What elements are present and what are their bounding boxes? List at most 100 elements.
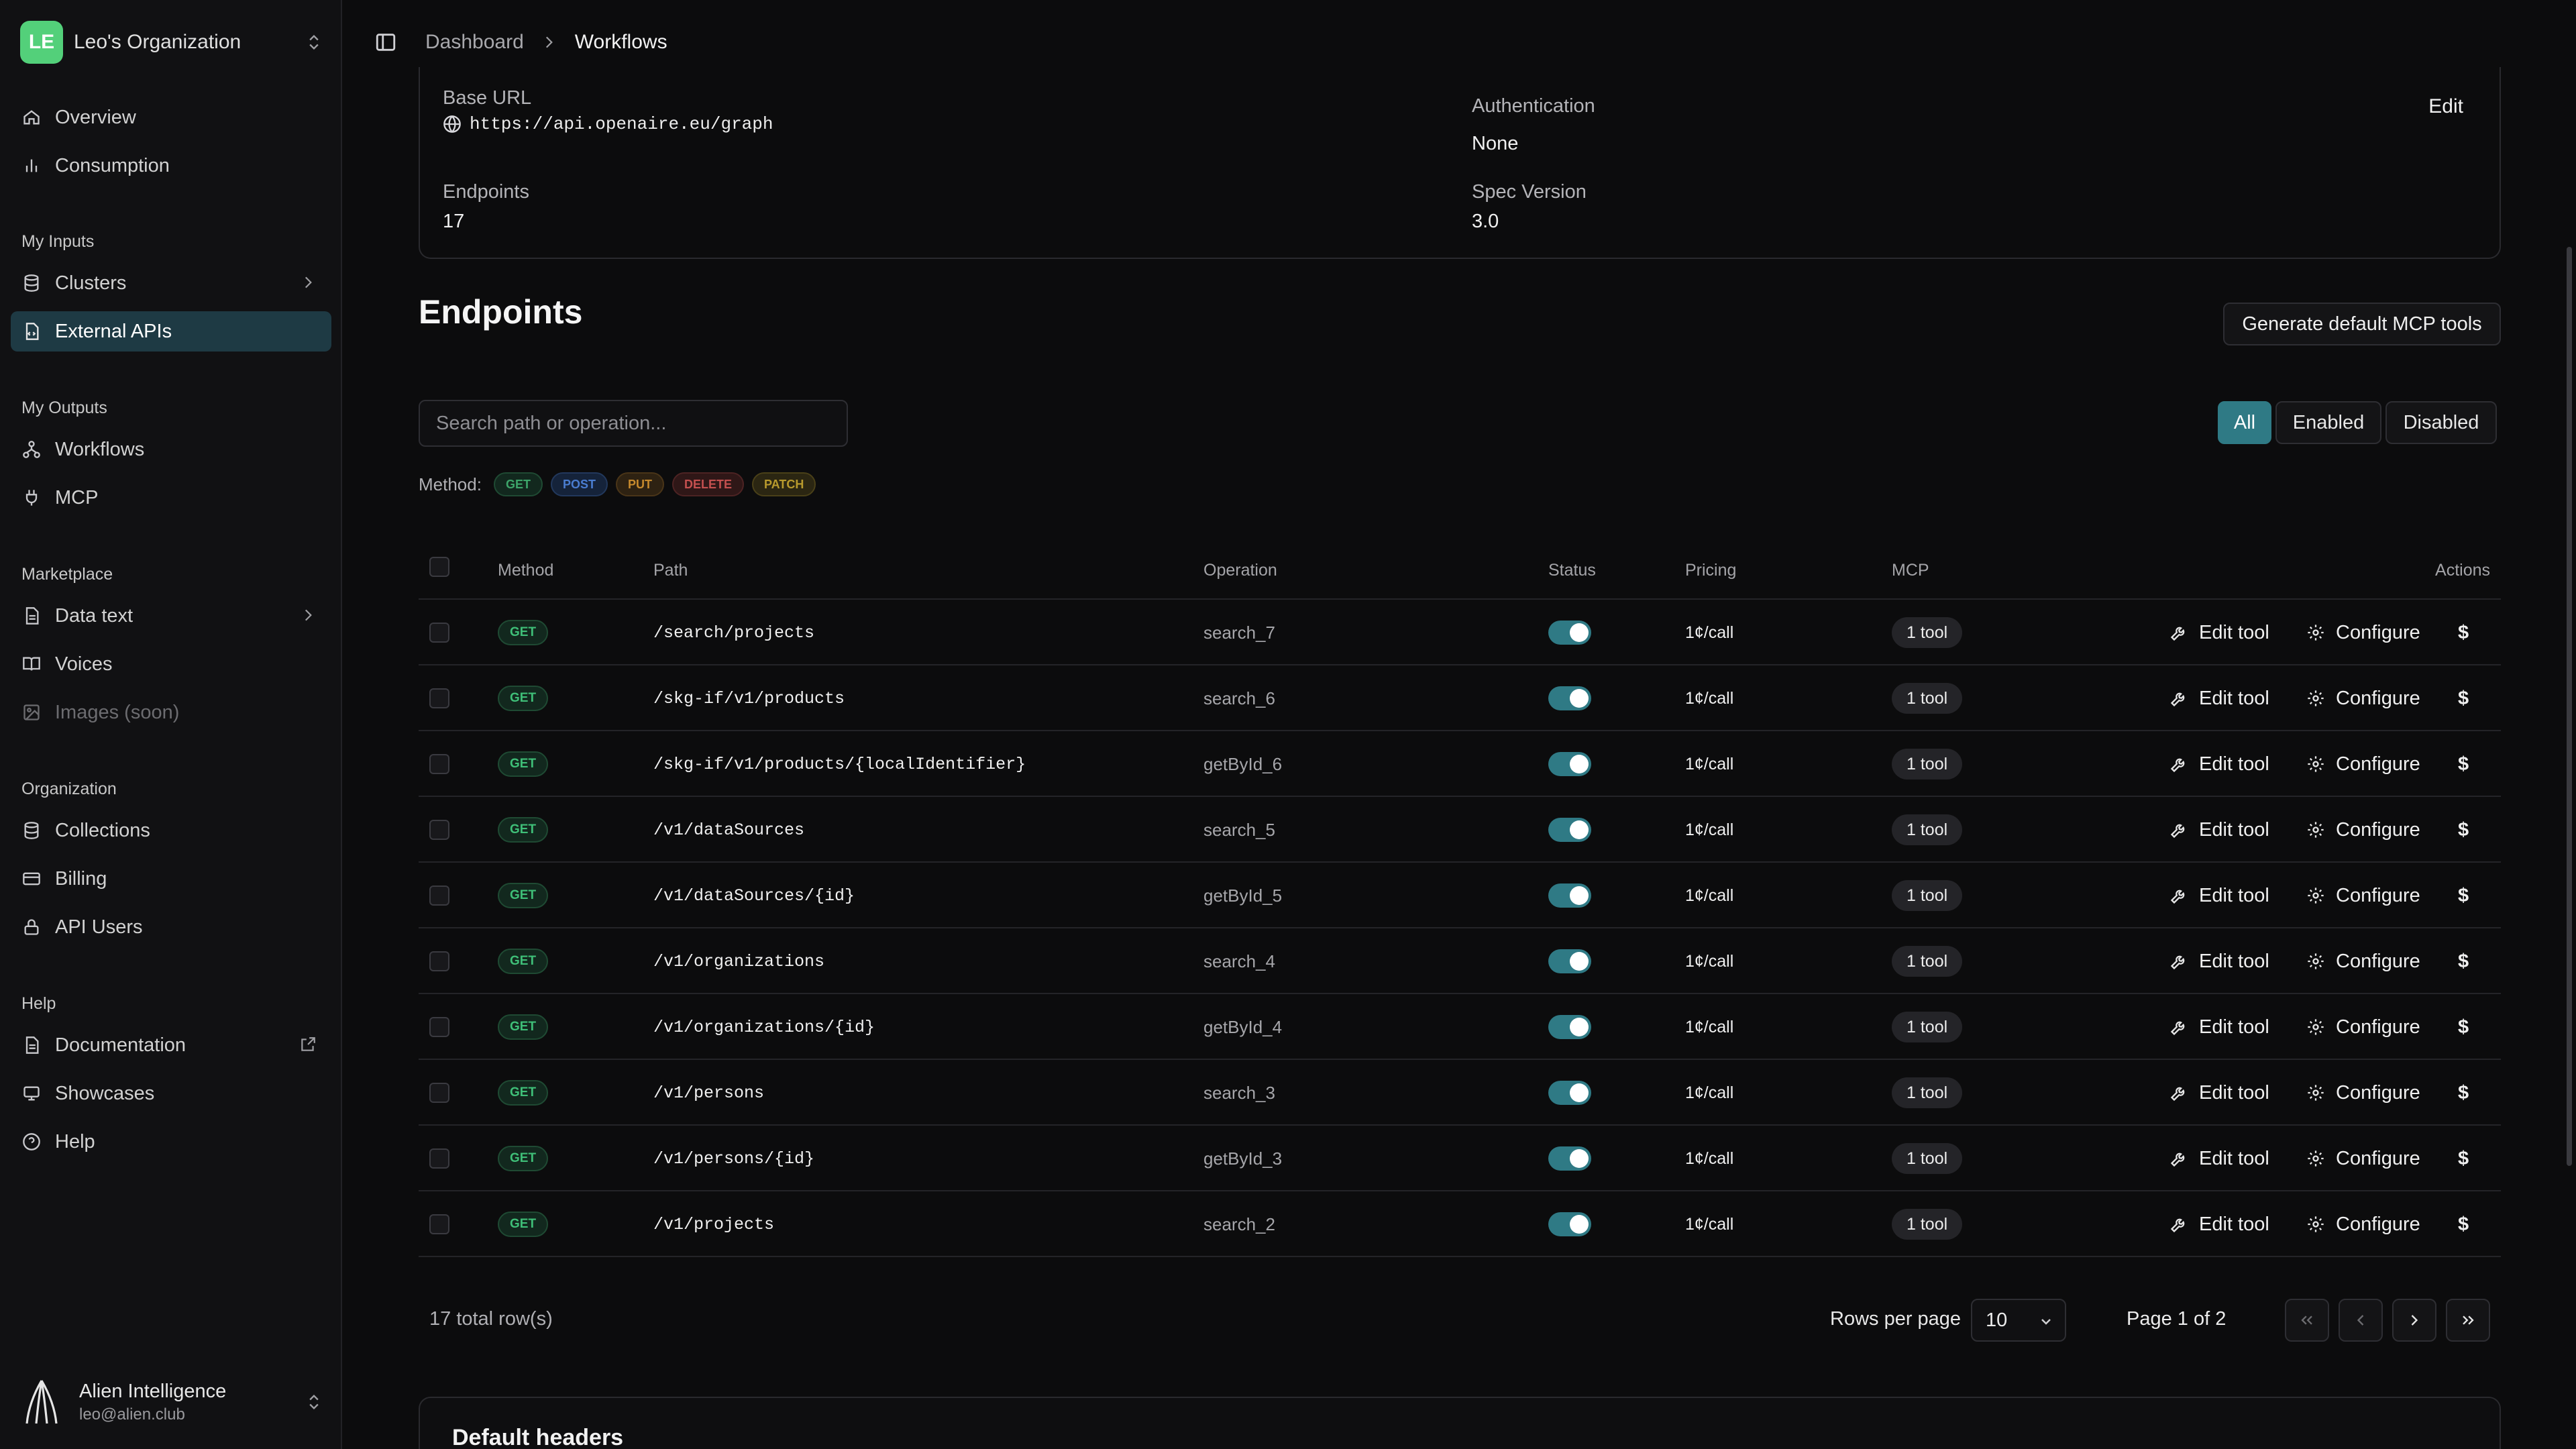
sidebar-item-api-users[interactable]: API Users — [11, 907, 331, 947]
row-checkbox[interactable] — [429, 1017, 449, 1037]
first-page-button[interactable] — [2285, 1299, 2329, 1342]
row-checkbox[interactable] — [429, 688, 449, 708]
pricing-button[interactable]: $ — [2458, 688, 2469, 710]
generate-mcp-tools-button[interactable]: Generate default MCP tools — [2223, 303, 2501, 345]
row-checkbox[interactable] — [429, 1083, 449, 1103]
configure-button[interactable]: Configure — [2306, 1016, 2420, 1038]
pricing-button[interactable]: $ — [2458, 1214, 2469, 1236]
edit-tool-button[interactable]: Edit tool — [2169, 885, 2269, 907]
filter-all-button[interactable]: All — [2218, 401, 2271, 444]
sidebar-toggle-icon[interactable] — [374, 31, 397, 54]
status-toggle[interactable] — [1548, 1212, 1591, 1236]
edit-tool-button[interactable]: Edit tool — [2169, 753, 2269, 775]
sidebar-item-mcp[interactable]: MCP — [11, 478, 331, 518]
pricing-button[interactable]: $ — [2458, 885, 2469, 907]
sidebar-item-overview[interactable]: Overview — [11, 97, 331, 138]
edit-tool-button[interactable]: Edit tool — [2169, 622, 2269, 644]
pricing-button[interactable]: $ — [2458, 1016, 2469, 1038]
status-toggle[interactable] — [1548, 1146, 1591, 1171]
sidebar-item-external-apis[interactable]: External APIs — [11, 311, 331, 352]
row-checkbox[interactable] — [429, 820, 449, 840]
mcp-tool-count-badge: 1 tool — [1892, 814, 1963, 845]
wrench-icon — [2169, 1083, 2199, 1102]
status-toggle[interactable] — [1548, 949, 1591, 973]
sidebar-item-help[interactable]: Help — [11, 1122, 331, 1162]
method-chip-patch[interactable]: PATCH — [752, 472, 816, 496]
configure-button[interactable]: Configure — [2306, 753, 2420, 775]
configure-button[interactable]: Configure — [2306, 622, 2420, 644]
status-toggle[interactable] — [1548, 621, 1591, 645]
pricing-button[interactable]: $ — [2458, 1082, 2469, 1104]
pricing-button[interactable]: $ — [2458, 622, 2469, 644]
configure-button[interactable]: Configure — [2306, 885, 2420, 907]
configure-button[interactable]: Configure — [2306, 951, 2420, 973]
user-menu[interactable]: Alien Intelligence leo@alien.club — [20, 1375, 323, 1429]
configure-button[interactable]: Configure — [2306, 1214, 2420, 1236]
configure-button[interactable]: Configure — [2306, 1082, 2420, 1104]
edit-tool-button[interactable]: Edit tool — [2169, 1214, 2269, 1236]
last-page-button[interactable] — [2446, 1299, 2490, 1342]
prev-page-button[interactable] — [2339, 1299, 2383, 1342]
pricing-button[interactable]: $ — [2458, 819, 2469, 841]
row-checkbox[interactable] — [429, 951, 449, 971]
operation-id: getById_5 — [1203, 885, 1283, 906]
pricing-button[interactable]: $ — [2458, 951, 2469, 973]
pricing-value: 1¢/call — [1685, 885, 1734, 905]
status-toggle[interactable] — [1548, 1015, 1591, 1039]
edit-tool-button[interactable]: Edit tool — [2169, 1082, 2269, 1104]
sidebar-item-voices[interactable]: Voices — [11, 644, 331, 684]
endpoint-path: /v1/organizations — [653, 951, 825, 971]
row-checkbox[interactable] — [429, 1148, 449, 1169]
pricing-button[interactable]: $ — [2458, 753, 2469, 775]
status-toggle[interactable] — [1548, 883, 1591, 908]
method-chip-post[interactable]: POST — [550, 472, 608, 496]
pricing-button[interactable]: $ — [2458, 1148, 2469, 1170]
sidebar-item-workflows[interactable]: Workflows — [11, 429, 331, 470]
edit-tool-button[interactable]: Edit tool — [2169, 688, 2269, 710]
sidebar-item-documentation[interactable]: Documentation — [11, 1025, 331, 1065]
column-header-path: Path — [653, 561, 688, 580]
rows-per-page-select[interactable]: 10 — [1971, 1299, 2066, 1342]
row-checkbox[interactable] — [429, 885, 449, 906]
status-toggle[interactable] — [1548, 818, 1591, 842]
edit-button[interactable]: Edit — [2428, 95, 2463, 118]
base-url-label: Base URL — [443, 87, 532, 109]
sidebar-item-clusters[interactable]: Clusters — [11, 263, 331, 303]
sidebar-item-showcases[interactable]: Showcases — [11, 1073, 331, 1114]
scrollbar[interactable] — [2567, 247, 2572, 1166]
status-toggle[interactable] — [1548, 1081, 1591, 1105]
sidebar-item-data-text[interactable]: Data text — [11, 596, 331, 636]
chevrons-up-down-icon — [305, 30, 323, 54]
monitor-icon — [21, 1083, 42, 1104]
sidebar-item-label: External APIs — [55, 320, 172, 342]
sidebar-item-images[interactable]: Images (soon) — [11, 692, 331, 733]
status-toggle[interactable] — [1548, 752, 1591, 776]
sidebar-item-consumption[interactable]: Consumption — [11, 146, 331, 186]
method-chip-put[interactable]: PUT — [615, 472, 664, 496]
row-checkbox[interactable] — [429, 754, 449, 774]
edit-tool-button[interactable]: Edit tool — [2169, 951, 2269, 973]
next-page-button[interactable] — [2392, 1299, 2436, 1342]
row-checkbox[interactable] — [429, 1214, 449, 1234]
filter-enabled-button[interactable]: Enabled — [2275, 401, 2381, 444]
configure-button[interactable]: Configure — [2306, 1148, 2420, 1170]
row-checkbox[interactable] — [429, 623, 449, 643]
sidebar-item-collections[interactable]: Collections — [11, 810, 331, 851]
filter-disabled-button[interactable]: Disabled — [2385, 401, 2497, 444]
sidebar-item-billing[interactable]: Billing — [11, 859, 331, 899]
status-toggle[interactable] — [1548, 686, 1591, 710]
operation-id: search_5 — [1203, 819, 1275, 840]
method-chip-get[interactable]: GET — [493, 472, 543, 496]
select-all-checkbox[interactable] — [429, 557, 449, 577]
edit-tool-button[interactable]: Edit tool — [2169, 1148, 2269, 1170]
edit-tool-button[interactable]: Edit tool — [2169, 819, 2269, 841]
configure-button[interactable]: Configure — [2306, 688, 2420, 710]
configure-button[interactable]: Configure — [2306, 819, 2420, 841]
method-chip-delete[interactable]: DELETE — [672, 472, 744, 496]
breadcrumb-dashboard[interactable]: Dashboard — [425, 31, 524, 54]
user-name: Alien Intelligence — [79, 1380, 227, 1402]
edit-tool-button[interactable]: Edit tool — [2169, 1016, 2269, 1038]
search-input[interactable]: Search path or operation... — [419, 400, 848, 447]
rows-per-page-label: Rows per page — [1830, 1308, 1962, 1330]
org-switcher[interactable]: LE Leo's Organization — [20, 21, 323, 64]
